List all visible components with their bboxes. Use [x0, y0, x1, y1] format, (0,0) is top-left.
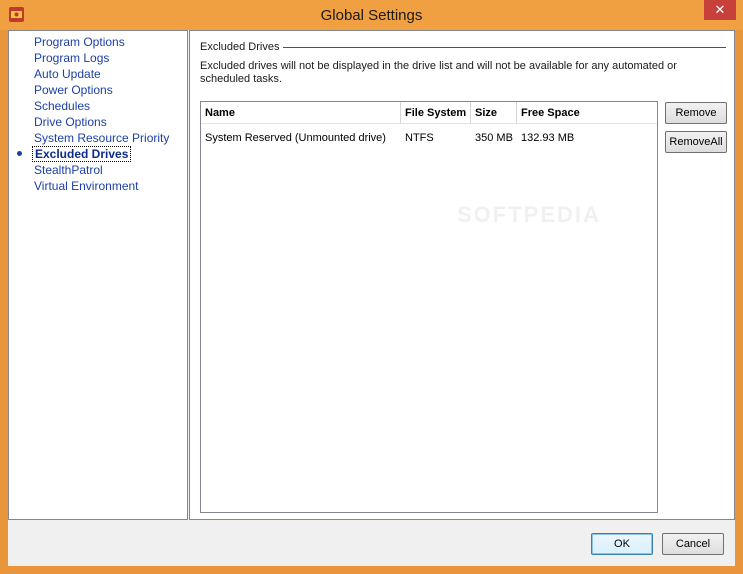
excluded-drives-list[interactable]: Name File System Size Free Space System … [200, 101, 658, 513]
column-header-file-system[interactable]: File System [401, 102, 471, 124]
column-header-name[interactable]: Name [201, 102, 401, 124]
cell-file-system: NTFS [405, 132, 434, 144]
ok-button[interactable]: OK [591, 533, 653, 555]
sidebar-item-excluded-drives[interactable]: Excluded Drives [32, 146, 132, 162]
group-title: Excluded Drives [200, 41, 280, 53]
sidebar-item-power-options[interactable]: Power Options [34, 83, 113, 98]
sidebar-item-program-options[interactable]: Program Options [34, 35, 125, 50]
close-button[interactable]: ✕ [704, 0, 736, 20]
selected-bullet-icon [17, 151, 22, 156]
global-settings-window: Global Settings ✕ Program Options Progra… [0, 0, 743, 574]
cell-free-space: 132.93 MB [521, 132, 575, 144]
group-divider [283, 47, 726, 48]
close-icon: ✕ [714, 2, 726, 17]
sidebar-item-stealthpatrol[interactable]: StealthPatrol [34, 163, 103, 178]
settings-sidebar: Program Options Program Logs Auto Update… [8, 30, 188, 520]
cancel-button[interactable]: Cancel [662, 533, 724, 555]
sidebar-item-drive-options[interactable]: Drive Options [34, 115, 107, 130]
softpedia-watermark: SOFTPEDIA [457, 202, 601, 227]
window-title: Global Settings [320, 7, 423, 24]
sidebar-item-program-logs[interactable]: Program Logs [34, 51, 109, 66]
cell-size: 350 MB [475, 132, 513, 144]
title-bar[interactable]: Global Settings ✕ [0, 0, 743, 30]
sidebar-item-system-resource-priority[interactable]: System Resource Priority [34, 131, 169, 146]
sidebar-item-schedules[interactable]: Schedules [34, 99, 90, 114]
cell-name: System Reserved (Unmounted drive) [205, 132, 386, 144]
excluded-drives-panel: Excluded Drives Excluded drives will not… [189, 30, 735, 520]
sidebar-item-virtual-environment[interactable]: Virtual Environment [34, 179, 139, 194]
sidebar-item-auto-update[interactable]: Auto Update [34, 67, 101, 82]
client-area: Program Options Program Logs Auto Update… [8, 30, 735, 566]
column-header-size[interactable]: Size [471, 102, 517, 124]
description-text: Excluded drives will not be displayed in… [200, 60, 677, 85]
remove-button[interactable]: Remove [665, 102, 727, 124]
remove-all-button[interactable]: RemoveAll [665, 131, 727, 153]
column-header-free-space[interactable]: Free Space [517, 102, 657, 124]
